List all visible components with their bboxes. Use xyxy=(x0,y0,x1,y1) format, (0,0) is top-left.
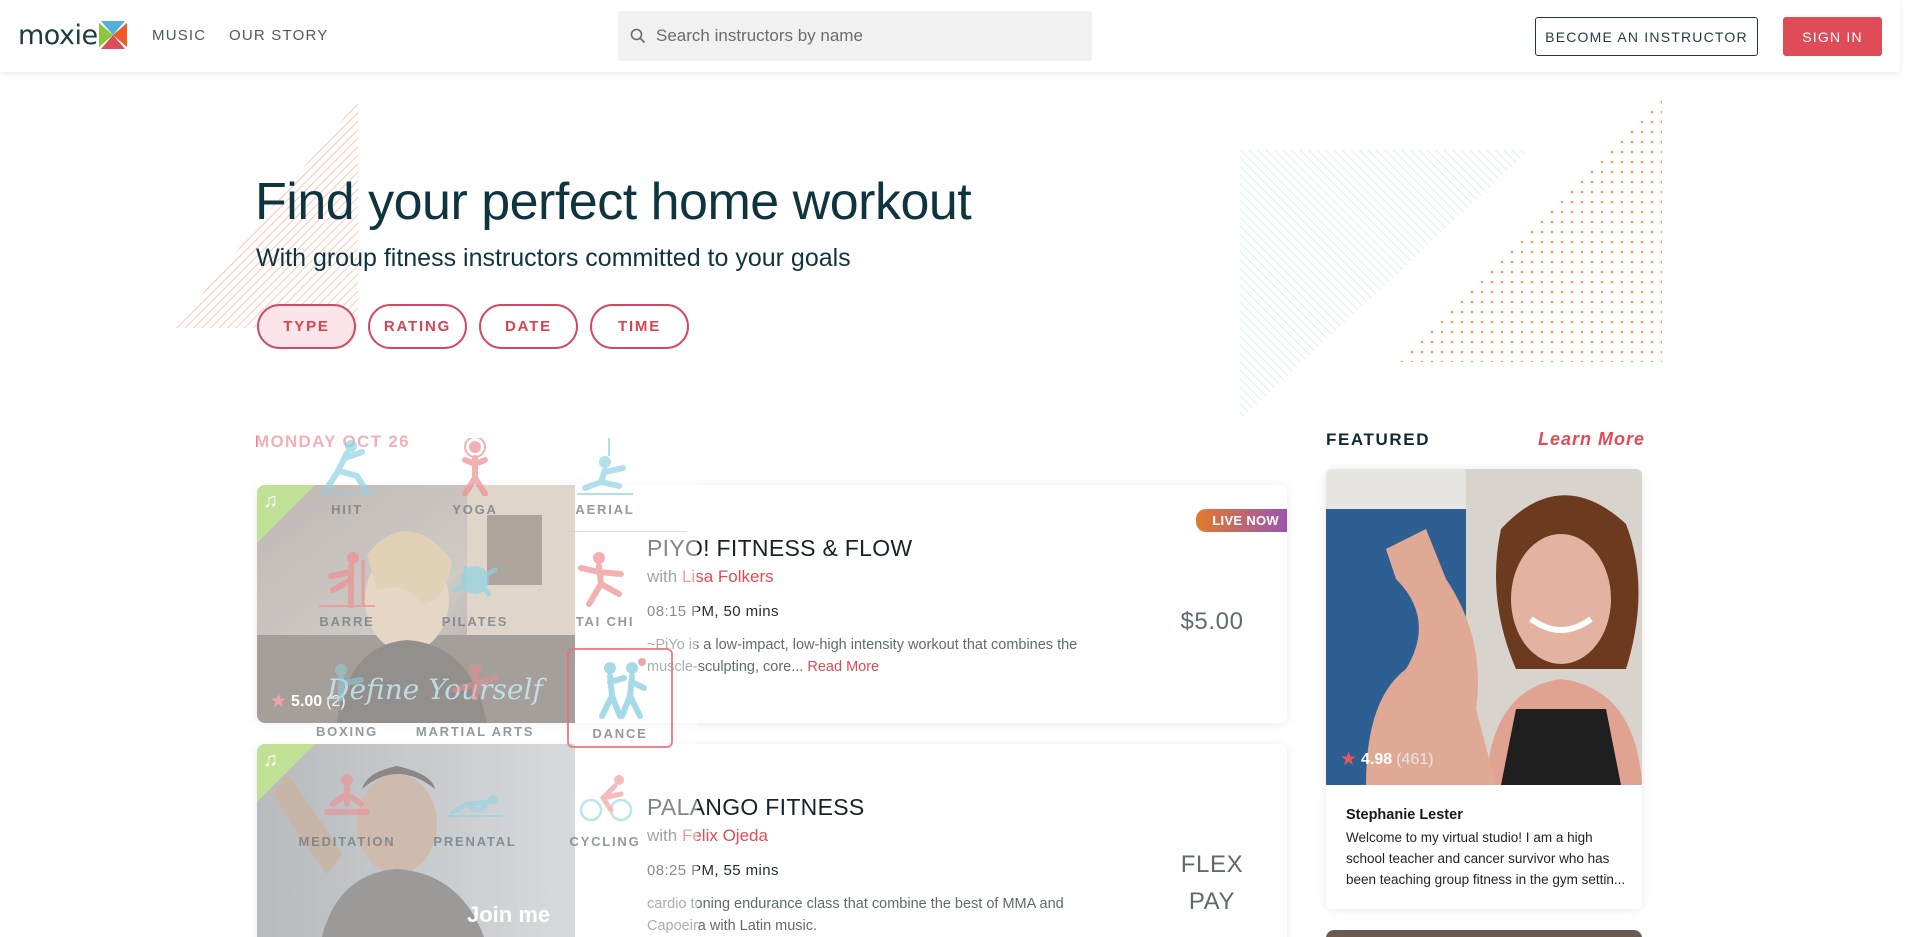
type-filter-dropdown: HIIT YOGA AERIAL BARRE PILATES TAI CHI B… xyxy=(257,398,697,937)
featured-instructor-card-next[interactable] xyxy=(1326,930,1642,937)
class-description: ~PiYo is a low-impact, low-high intensit… xyxy=(647,634,1087,678)
star-icon: ★ xyxy=(1340,749,1358,770)
type-option-label: BARRE xyxy=(319,614,375,629)
type-option-label: YOGA xyxy=(452,502,498,517)
featured-rating: ★ 4.98 (461) xyxy=(1340,748,1434,771)
featured-instructor-bio: Welcome to my virtual studio! I am a hig… xyxy=(1346,830,1626,887)
type-option-aerial[interactable]: AERIAL xyxy=(545,438,665,538)
featured-heading: FEATURED xyxy=(1326,430,1431,449)
prenatal-icon xyxy=(447,795,503,817)
type-option-hiit[interactable]: HIIT xyxy=(287,438,407,538)
martial-arts-icon xyxy=(452,664,498,701)
type-option-label: PILATES xyxy=(441,614,509,629)
featured-instructor-name[interactable]: Stephanie Lester xyxy=(1346,807,1463,823)
featured-instructor-photo[interactable]: ★ 4.98 (461) xyxy=(1326,469,1642,785)
type-option-label: DANCE xyxy=(592,726,648,741)
boxing-icon xyxy=(335,664,364,701)
dotted-triangle-pattern xyxy=(1400,100,1662,362)
type-option-yoga[interactable]: YOGA xyxy=(415,438,535,538)
type-option-label: MARTIAL ARTS xyxy=(415,724,535,739)
hiit-icon xyxy=(319,440,375,495)
tai-chi-icon xyxy=(578,552,624,607)
live-now-badge: LIVE NOW xyxy=(1196,509,1287,532)
price-line-2: PAY xyxy=(1188,888,1236,915)
search-bar xyxy=(618,11,1092,61)
filter-time-button[interactable]: TIME xyxy=(590,304,689,349)
instructor-photo-stephanie xyxy=(1326,469,1642,785)
filter-bar: TYPE RATING DATE TIME xyxy=(257,304,689,349)
type-option-barre[interactable]: BARRE xyxy=(287,550,407,650)
type-option-label: HIIT xyxy=(331,502,363,517)
top-navigation-bar: moxie MUSIC OUR STORY BECOME AN INSTRUCT… xyxy=(0,0,1900,72)
type-option-meditation[interactable]: MEDITATION xyxy=(287,770,407,870)
logo-text: moxie xyxy=(18,19,98,51)
class-price-flex-pay: FLEX PAY xyxy=(1157,846,1267,920)
pilates-icon xyxy=(452,565,498,597)
type-option-cycling[interactable]: CYCLING xyxy=(545,770,665,870)
rating-count: (461) xyxy=(1396,750,1434,768)
type-option-pilates[interactable]: PILATES xyxy=(415,550,535,650)
nav-our-story[interactable]: OUR STORY xyxy=(229,27,328,44)
type-option-label: BOXING xyxy=(315,724,379,739)
logo-mark-icon xyxy=(98,21,127,49)
filter-rating-button[interactable]: RATING xyxy=(368,304,467,349)
type-option-label: CYCLING xyxy=(569,834,641,849)
class-description: cardio toning endurance class that combi… xyxy=(647,896,1064,934)
type-option-label: TAI CHI xyxy=(575,614,635,629)
filter-date-button[interactable]: DATE xyxy=(479,304,578,349)
aerial-icon xyxy=(577,438,633,495)
page-subtitle: With group fitness instructors committed… xyxy=(256,244,851,272)
row-divider xyxy=(557,531,687,532)
type-option-label: MEDITATION xyxy=(298,834,396,849)
price-line-1: FLEX xyxy=(1180,851,1244,878)
yoga-icon xyxy=(462,438,488,496)
cycling-icon xyxy=(579,775,633,822)
read-more-link[interactable]: Read More xyxy=(807,659,879,675)
rating-value: 4.98 xyxy=(1361,750,1393,768)
type-option-label: AERIAL xyxy=(575,502,635,517)
become-instructor-button[interactable]: BECOME AN INSTRUCTOR xyxy=(1535,17,1758,56)
type-option-tai-chi[interactable]: TAI CHI xyxy=(545,550,665,650)
page-title: Find your perfect home workout xyxy=(255,173,972,231)
barre-icon xyxy=(319,552,375,608)
filter-type-button[interactable]: TYPE xyxy=(257,304,356,349)
type-option-boxing[interactable]: BOXING xyxy=(287,660,407,760)
type-option-dance[interactable]: DANCE xyxy=(567,648,673,748)
featured-instructor-card[interactable]: ★ 4.98 (461) Stephanie Lester Welcome to… xyxy=(1326,469,1642,909)
dance-icon xyxy=(599,658,647,719)
type-option-martial-arts[interactable]: MARTIAL ARTS xyxy=(415,660,535,760)
type-option-label: PRENATAL xyxy=(433,834,517,849)
sign-in-button[interactable]: SIGN IN xyxy=(1783,17,1882,56)
learn-more-link[interactable]: Learn More xyxy=(1538,429,1645,450)
search-icon xyxy=(630,28,646,44)
nav-music[interactable]: MUSIC xyxy=(152,27,206,44)
moxie-logo[interactable]: moxie xyxy=(18,18,127,52)
class-price: $5.00 xyxy=(1180,608,1244,635)
meditation-icon xyxy=(324,774,370,815)
type-option-prenatal[interactable]: PRENATAL xyxy=(415,770,535,870)
search-input[interactable] xyxy=(656,26,1076,46)
